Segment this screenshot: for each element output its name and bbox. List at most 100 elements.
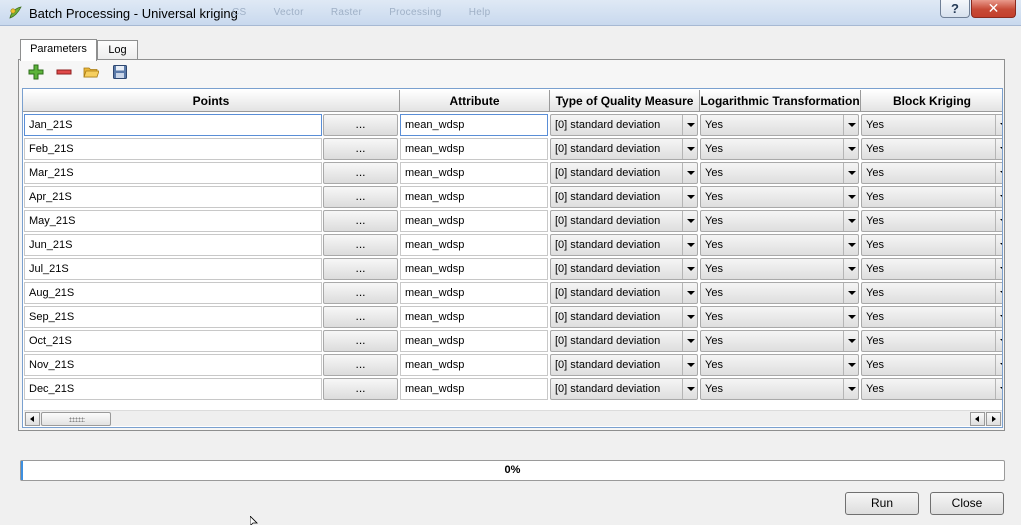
attribute-input[interactable]: mean_wdsp	[400, 282, 548, 304]
close-button[interactable]: Close	[930, 492, 1004, 515]
block-kriging-value: Yes	[866, 263, 884, 275]
browse-points-button[interactable]: ...	[323, 114, 398, 136]
attribute-input[interactable]: mean_wdsp	[400, 114, 548, 136]
scroll-left-button[interactable]	[25, 412, 40, 426]
quality-measure-select[interactable]: [0] standard deviation	[550, 234, 698, 256]
points-input[interactable]: Feb_21S	[24, 138, 322, 160]
attribute-input[interactable]: mean_wdsp	[400, 354, 548, 376]
browse-points-button[interactable]: ...	[323, 378, 398, 400]
log-transform-select[interactable]: Yes	[700, 162, 859, 184]
log-transform-select[interactable]: Yes	[700, 210, 859, 232]
points-input[interactable]: Jun_21S	[24, 234, 322, 256]
quality-measure-select[interactable]: [0] standard deviation	[550, 138, 698, 160]
log-transform-select[interactable]: Yes	[700, 234, 859, 256]
log-transform-value: Yes	[705, 119, 723, 131]
browse-points-button[interactable]: ...	[323, 330, 398, 352]
log-transform-select[interactable]: Yes	[700, 378, 859, 400]
log-transform-select[interactable]: Yes	[700, 330, 859, 352]
log-transform-select[interactable]: Yes	[700, 306, 859, 328]
chevron-down-icon	[995, 259, 1002, 279]
column-header-points[interactable]: Points	[23, 90, 400, 112]
browse-points-button[interactable]: ...	[323, 282, 398, 304]
block-kriging-select[interactable]: Yes	[861, 330, 1002, 352]
log-transform-select[interactable]: Yes	[700, 114, 859, 136]
points-input[interactable]: Oct_21S	[24, 330, 322, 352]
quality-measure-value: [0] standard deviation	[555, 167, 661, 179]
browse-points-button[interactable]: ...	[323, 210, 398, 232]
scroll-left-end-button[interactable]	[970, 412, 985, 426]
progress-label: 0%	[504, 464, 521, 476]
quality-measure-select[interactable]: [0] standard deviation	[550, 258, 698, 280]
points-input[interactable]: Aug_21S	[24, 282, 322, 304]
quality-measure-select[interactable]: [0] standard deviation	[550, 162, 698, 184]
points-input[interactable]: Mar_21S	[24, 162, 322, 184]
block-kriging-select[interactable]: Yes	[861, 186, 1002, 208]
log-transform-select[interactable]: Yes	[700, 282, 859, 304]
block-kriging-select[interactable]: Yes	[861, 378, 1002, 400]
quality-measure-select[interactable]: [0] standard deviation	[550, 282, 698, 304]
browse-points-button[interactable]: ...	[323, 234, 398, 256]
block-kriging-select[interactable]: Yes	[861, 114, 1002, 136]
log-transform-select[interactable]: Yes	[700, 138, 859, 160]
save-icon[interactable]	[112, 64, 128, 80]
quality-measure-select[interactable]: [0] standard deviation	[550, 354, 698, 376]
quality-measure-select[interactable]: [0] standard deviation	[550, 186, 698, 208]
quality-measure-select[interactable]: [0] standard deviation	[550, 378, 698, 400]
points-input[interactable]: Dec_21S	[24, 378, 322, 400]
points-input[interactable]: Jan_21S	[24, 114, 322, 136]
column-header-log-transform[interactable]: Logarithmic Transformation	[700, 90, 861, 112]
attribute-input[interactable]: mean_wdsp	[400, 234, 548, 256]
browse-points-button[interactable]: ...	[323, 354, 398, 376]
quality-measure-select[interactable]: [0] standard deviation	[550, 210, 698, 232]
browse-points-button[interactable]: ...	[323, 138, 398, 160]
column-header-attribute[interactable]: Attribute	[400, 90, 550, 112]
log-transform-select[interactable]: Yes	[700, 354, 859, 376]
attribute-input[interactable]: mean_wdsp	[400, 378, 548, 400]
log-transform-select[interactable]: Yes	[700, 258, 859, 280]
browse-points-button[interactable]: ...	[323, 162, 398, 184]
open-folder-icon[interactable]	[83, 64, 99, 80]
attribute-input[interactable]: mean_wdsp	[400, 186, 548, 208]
block-kriging-select[interactable]: Yes	[861, 210, 1002, 232]
attribute-input[interactable]: mean_wdsp	[400, 210, 548, 232]
remove-row-icon[interactable]	[56, 64, 72, 80]
points-input[interactable]: Sep_21S	[24, 306, 322, 328]
points-input[interactable]: May_21S	[24, 210, 322, 232]
block-kriging-select[interactable]: Yes	[861, 354, 1002, 376]
chevron-down-icon	[682, 211, 697, 231]
log-transform-select[interactable]: Yes	[700, 186, 859, 208]
quality-measure-select[interactable]: [0] standard deviation	[550, 114, 698, 136]
add-row-icon[interactable]	[28, 64, 44, 80]
help-button[interactable]: ?	[940, 0, 970, 18]
block-kriging-select[interactable]: Yes	[861, 138, 1002, 160]
block-kriging-select[interactable]: Yes	[861, 306, 1002, 328]
table-row: Oct_21S... mean_wdsp [0] standard deviatio…	[23, 329, 1002, 353]
block-kriging-value: Yes	[866, 311, 884, 323]
attribute-input[interactable]: mean_wdsp	[400, 330, 548, 352]
block-kriging-select[interactable]: Yes	[861, 282, 1002, 304]
browse-points-button[interactable]: ...	[323, 258, 398, 280]
browse-points-button[interactable]: ...	[323, 306, 398, 328]
horizontal-scrollbar[interactable]	[24, 410, 1002, 426]
column-header-quality-measure[interactable]: Type of Quality Measure	[550, 90, 700, 112]
column-header-block-kriging[interactable]: Block Kriging	[861, 90, 1002, 112]
scrollbar-thumb[interactable]	[41, 412, 111, 426]
quality-measure-select[interactable]: [0] standard deviation	[550, 330, 698, 352]
attribute-input[interactable]: mean_wdsp	[400, 306, 548, 328]
run-button[interactable]: Run	[845, 492, 919, 515]
attribute-input[interactable]: mean_wdsp	[400, 258, 548, 280]
points-input[interactable]: Jul_21S	[24, 258, 322, 280]
block-kriging-select[interactable]: Yes	[861, 162, 1002, 184]
block-kriging-select[interactable]: Yes	[861, 258, 1002, 280]
attribute-input[interactable]: mean_wdsp	[400, 138, 548, 160]
scroll-right-button[interactable]	[986, 412, 1001, 426]
block-kriging-select[interactable]: Yes	[861, 234, 1002, 256]
tab-log[interactable]: Log	[97, 40, 138, 60]
points-input[interactable]: Apr_21S	[24, 186, 322, 208]
points-input[interactable]: Nov_21S	[24, 354, 322, 376]
tab-parameters[interactable]: Parameters	[20, 39, 97, 61]
window-close-button[interactable]: ✕	[971, 0, 1016, 18]
browse-points-button[interactable]: ...	[323, 186, 398, 208]
quality-measure-select[interactable]: [0] standard deviation	[550, 306, 698, 328]
attribute-input[interactable]: mean_wdsp	[400, 162, 548, 184]
